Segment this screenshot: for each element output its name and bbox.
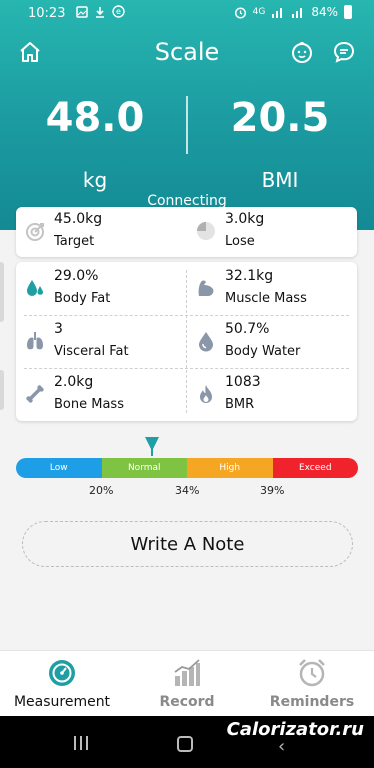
network-type: 4G — [252, 7, 266, 17]
flame-icon — [200, 385, 212, 403]
home-button[interactable] — [177, 736, 193, 752]
stat-label: Body Water — [225, 344, 301, 359]
image-icon — [76, 5, 88, 18]
range-segment-exceed: Exceed — [272, 458, 358, 478]
signal-icon-2 — [292, 8, 303, 18]
battery-icon — [344, 5, 352, 19]
write-note-button[interactable]: Write A Note — [22, 521, 353, 567]
stat-label: BMR — [225, 397, 255, 412]
nav-label: Record — [159, 694, 215, 710]
stat-label: Body Fat — [54, 291, 111, 306]
range-segment-normal: Normal — [101, 458, 187, 478]
metric-divider — [186, 96, 188, 154]
alarm-icon — [234, 6, 246, 19]
stat-value: 32.1kg — [225, 268, 274, 284]
lose-cell: 3.0kg Lose — [187, 205, 357, 258]
target-value: 45.0kg — [54, 211, 103, 227]
watermark: Calorizator.ru — [226, 719, 364, 740]
bmi-unit: BMI — [261, 168, 299, 192]
baby-profile-icon[interactable] — [290, 40, 314, 64]
e-icon: e — [112, 5, 125, 18]
weight-unit: kg — [82, 168, 108, 192]
drops-icon — [27, 280, 43, 296]
body-fat-range-bar: Low Normal High Exceed — [16, 458, 358, 478]
range-segment-high: High — [187, 458, 273, 478]
stat-label: Visceral Fat — [54, 344, 129, 359]
notification-icons: e — [76, 5, 125, 18]
gauge-icon — [49, 660, 75, 686]
stat-visceral-fat[interactable]: 3 Visceral Fat — [16, 315, 186, 368]
stat-value: 29.0% — [54, 268, 99, 284]
stat-bone-mass[interactable]: 2.0kg Bone Mass — [16, 368, 186, 421]
range-tick: 20% — [89, 484, 114, 497]
stat-value: 1083 — [225, 374, 261, 390]
bone-icon — [26, 385, 44, 403]
stat-muscle-mass[interactable]: 32.1kg Muscle Mass — [187, 262, 357, 315]
svg-text:e: e — [116, 7, 121, 16]
bottom-navigation: Measurement Record Reminders — [0, 650, 374, 716]
target-icon — [26, 223, 44, 241]
range-marker-stem — [151, 446, 153, 456]
lungs-icon — [27, 332, 43, 350]
muscle-icon — [198, 280, 214, 296]
range-tick: 34% — [175, 484, 200, 497]
target-label: Target — [54, 234, 95, 249]
body-stats-card: 29.0% Body Fat 32.1kg Muscle Mass 3 Visc… — [16, 262, 357, 421]
page-title: Scale — [154, 38, 220, 66]
system-icons: 4G 84% — [234, 5, 352, 19]
stat-value: 50.7% — [225, 321, 270, 337]
alarm-clock-icon — [299, 659, 325, 687]
target-cell: 45.0kg Target — [16, 205, 186, 258]
recents-button[interactable] — [74, 736, 90, 750]
stat-body-fat[interactable]: 29.0% Body Fat — [16, 262, 186, 315]
pie-progress-icon — [197, 222, 215, 240]
range-tick: 39% — [260, 484, 285, 497]
lose-label: Lose — [225, 234, 255, 249]
signal-icon — [272, 8, 283, 18]
nav-label: Reminders — [269, 694, 355, 710]
status-time: 10:23 — [28, 6, 66, 21]
range-segment-low: Low — [16, 458, 102, 478]
stat-label: Muscle Mass — [225, 291, 307, 306]
weight-value: 48.0 — [45, 95, 145, 141]
stat-label: Bone Mass — [54, 397, 124, 412]
battery-percent: 84% — [311, 5, 338, 19]
bmi-value: 20.5 — [230, 95, 330, 141]
message-icon[interactable] — [332, 40, 356, 64]
lose-value: 3.0kg — [225, 211, 265, 227]
side-handle-lower — [0, 370, 4, 410]
nav-measurement[interactable]: Measurement — [0, 655, 124, 715]
stat-body-water[interactable]: 50.7% Body Water — [187, 315, 357, 368]
nav-reminders[interactable]: Reminders — [250, 655, 374, 715]
bar-chart-icon — [174, 659, 200, 686]
water-drop-icon — [199, 332, 213, 352]
nav-record[interactable]: Record — [125, 655, 249, 715]
target-card[interactable]: 45.0kg Target 3.0kg Lose — [16, 207, 357, 257]
download-icon — [96, 6, 104, 18]
status-bar: 10:23 e 4G 84% — [0, 0, 374, 28]
side-handle — [0, 262, 4, 322]
stat-value: 3 — [54, 321, 63, 337]
stat-value: 2.0kg — [54, 374, 94, 390]
stat-bmr[interactable]: 1083 BMR — [187, 368, 357, 421]
nav-label: Measurement — [13, 694, 111, 710]
